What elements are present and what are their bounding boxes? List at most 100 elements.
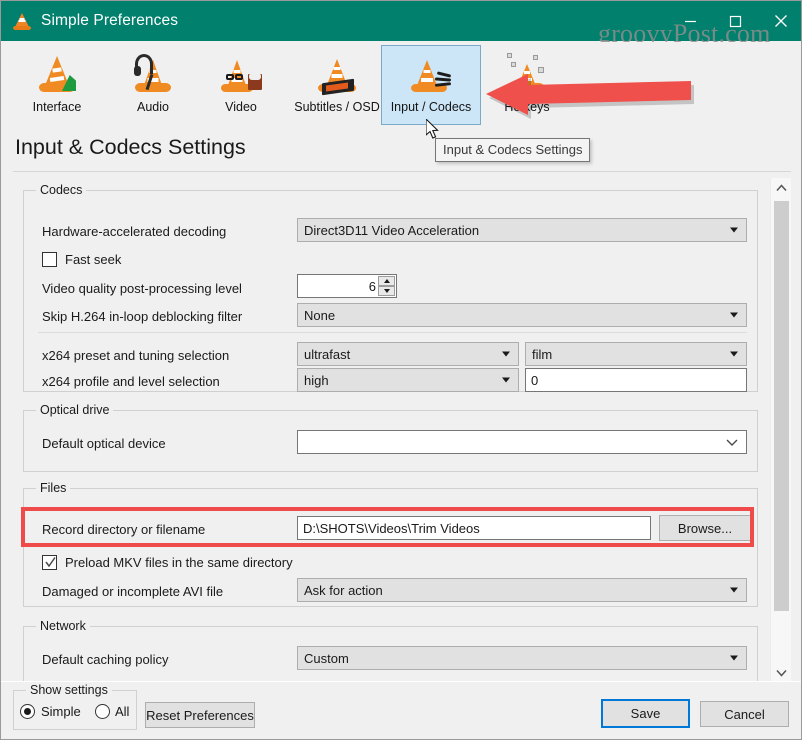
vlc-input-codecs-icon [409, 52, 453, 94]
label-record-directory: Record directory or filename [42, 522, 206, 537]
radio-all-label: All [115, 704, 130, 719]
footer-bar: Show settings Simple All Reset Preferenc… [1, 681, 801, 739]
chevron-down-icon [502, 377, 510, 383]
tab-input-codecs[interactable]: Input / Codecs [381, 45, 481, 125]
browse-button[interactable]: Browse... [659, 515, 751, 541]
tab-label: Audio [137, 100, 169, 114]
fast-seek-checkbox[interactable] [42, 252, 57, 267]
reset-preferences-label: Reset Preferences [146, 707, 254, 723]
hardware-decoding-select[interactable]: Direct3D11 Video Acceleration [297, 218, 747, 242]
group-network-legend: Network [36, 619, 90, 633]
scroll-down-icon[interactable] [771, 663, 792, 683]
default-optical-device-combo[interactable] [297, 430, 747, 454]
group-optical-legend: Optical drive [36, 403, 114, 417]
group-show-settings: Show settings Simple All [13, 683, 137, 730]
save-button-label: Save [630, 706, 661, 721]
window-controls [668, 1, 801, 41]
chevron-down-icon [730, 227, 738, 233]
show-settings-legend: Show settings [26, 683, 112, 697]
chevron-down-icon [730, 351, 738, 357]
close-icon[interactable] [758, 1, 801, 41]
label-x264-preset: x264 preset and tuning selection [42, 348, 230, 363]
stepper-buttons[interactable] [378, 276, 395, 296]
chevron-down-icon [730, 655, 738, 661]
hardware-decoding-value: Direct3D11 Video Acceleration [304, 222, 480, 238]
cancel-button-label: Cancel [724, 706, 765, 722]
damaged-avi-select[interactable]: Ask for action [297, 578, 747, 602]
x264-profile-value: high [304, 372, 329, 388]
x264-level-input[interactable]: 0 [525, 368, 747, 392]
damaged-avi-value: Ask for action [304, 582, 383, 598]
radio-dot-icon [24, 708, 31, 715]
browse-button-label: Browse... [677, 520, 733, 536]
vlc-subtitles-icon [315, 52, 359, 96]
label-skip-deblocking: Skip H.264 in-loop deblocking filter [42, 309, 243, 324]
skip-deblocking-value: None [304, 307, 336, 323]
x264-profile-select[interactable]: high [297, 368, 519, 392]
label-hardware-decoding: Hardware-accelerated decoding [42, 224, 227, 239]
chevron-down-icon [502, 351, 510, 357]
settings-pane: Codecs Hardware-accelerated decoding Dir… [13, 178, 770, 683]
label-default-optical-device: Default optical device [42, 436, 166, 451]
tab-audio[interactable]: Audio [105, 46, 201, 126]
tab-interface[interactable]: Interface [9, 46, 105, 126]
maximize-icon[interactable] [713, 1, 758, 41]
tab-subtitles-osd[interactable]: Subtitles / OSD [281, 46, 393, 126]
vlc-cone-icon [13, 12, 31, 30]
radio-simple[interactable] [20, 704, 35, 719]
vlc-audio-icon [131, 52, 175, 94]
tab-video[interactable]: Video [193, 46, 289, 126]
vertical-scrollbar[interactable] [770, 178, 791, 683]
settings-scroll-area: Codecs Hardware-accelerated decoding Dir… [13, 178, 791, 683]
default-caching-policy-select[interactable]: Custom [297, 646, 747, 670]
group-optical-drive: Optical drive Default optical device [23, 403, 758, 472]
checkmark-icon [45, 556, 56, 569]
chevron-down-icon [730, 587, 738, 593]
x264-preset-value: ultrafast [304, 346, 351, 362]
preload-mkv-label: Preload MKV files in the same directory [65, 555, 293, 570]
scrollbar-thumb[interactable] [774, 201, 789, 611]
tab-label: Video [225, 100, 257, 114]
page-title: Input & Codecs Settings [15, 135, 246, 159]
codecs-inner-divider [38, 332, 747, 333]
reset-preferences-button[interactable]: Reset Preferences [145, 702, 255, 728]
title-divider [13, 171, 791, 172]
vlc-interface-icon [35, 52, 79, 94]
label-damaged-avi: Damaged or incomplete AVI file [42, 584, 224, 599]
tab-label: Interface [32, 100, 82, 114]
default-caching-policy-value: Custom [304, 650, 349, 666]
x264-tuning-select[interactable]: film [525, 342, 747, 366]
annotation-arrow [486, 69, 696, 119]
cancel-button[interactable]: Cancel [700, 701, 789, 727]
minimize-icon[interactable] [668, 1, 713, 41]
title-bar: Simple Preferences [1, 1, 801, 41]
fast-seek-label: Fast seek [65, 252, 122, 267]
group-codecs-legend: Codecs [36, 183, 87, 197]
radio-simple-label: Simple [41, 704, 81, 719]
vlc-video-icon [219, 52, 263, 94]
tooltip: Input & Codecs Settings [435, 138, 591, 162]
simple-preferences-window: Simple Preferences groovyPost.com Interf… [0, 0, 802, 740]
chevron-down-icon [730, 312, 738, 318]
label-x264-profile: x264 profile and level selection [42, 374, 220, 389]
stepper-up-icon[interactable] [378, 276, 395, 286]
record-directory-input[interactable]: D:\SHOTS\Videos\Trim Videos [297, 516, 651, 540]
radio-all[interactable] [95, 704, 110, 719]
preload-mkv-checkbox[interactable] [42, 555, 57, 570]
label-postprocessing-level: Video quality post-processing level [42, 281, 242, 296]
x264-level-value: 0 [531, 372, 539, 388]
label-default-caching-policy: Default caching policy [42, 652, 169, 667]
x264-preset-select[interactable]: ultrafast [297, 342, 519, 366]
stepper-down-icon[interactable] [378, 286, 395, 296]
group-files-legend: Files [36, 481, 71, 495]
postprocessing-level-value: 6 [368, 278, 376, 294]
postprocessing-level-stepper[interactable]: 6 [297, 274, 397, 298]
record-directory-value: D:\SHOTS\Videos\Trim Videos [303, 520, 480, 536]
scroll-up-icon[interactable] [771, 178, 792, 198]
tab-label: Subtitles / OSD [294, 100, 380, 114]
skip-deblocking-select[interactable]: None [297, 303, 747, 327]
group-codecs: Codecs Hardware-accelerated decoding Dir… [23, 183, 758, 392]
chevron-down-icon [726, 435, 738, 450]
save-button[interactable]: Save [601, 699, 690, 728]
x264-tuning-value: film [532, 346, 553, 362]
